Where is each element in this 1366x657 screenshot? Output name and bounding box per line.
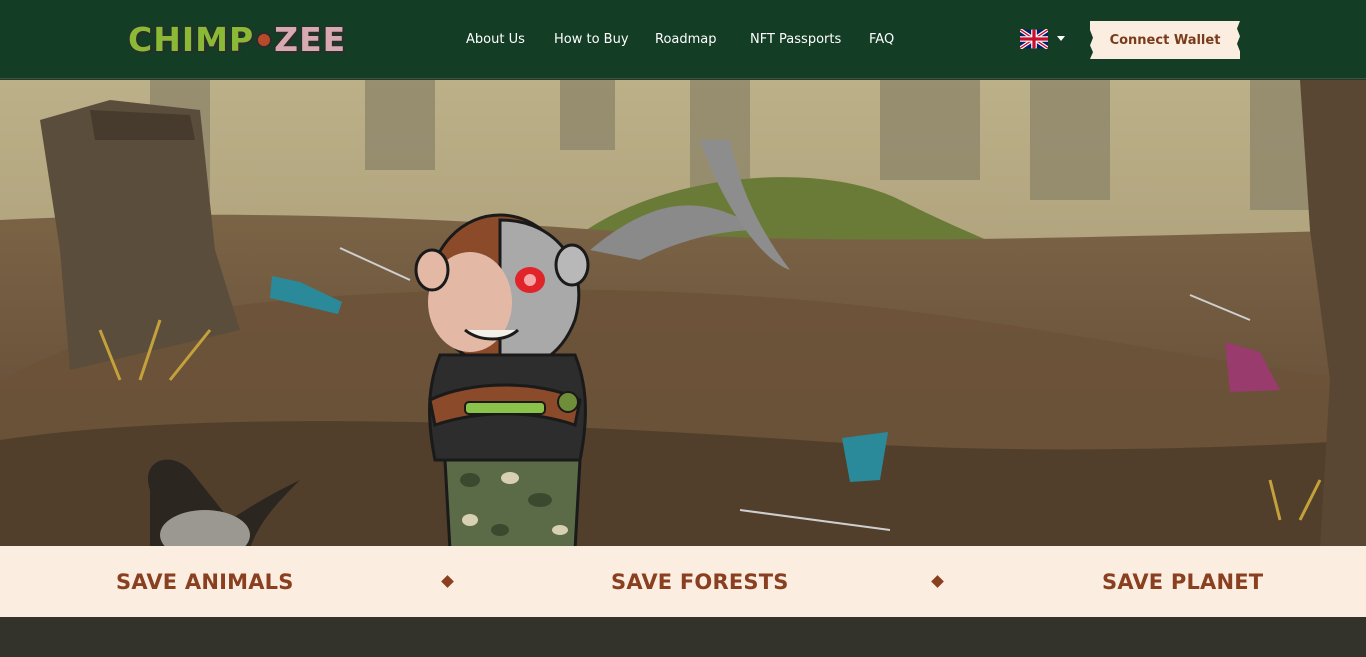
logo-text: CHIMP ZEE bbox=[128, 20, 346, 59]
slogan-save-forests: SAVE FORESTS bbox=[611, 570, 789, 594]
uk-flag-icon bbox=[1020, 29, 1048, 49]
chimpzee-logo[interactable]: CHIMP ZEE bbox=[128, 18, 366, 62]
nav-how-to-buy[interactable]: How to Buy bbox=[554, 30, 629, 50]
slogan-save-animals: SAVE ANIMALS bbox=[116, 570, 294, 594]
logo-text-chimp: CHIMP bbox=[128, 20, 255, 59]
nav-faq[interactable]: FAQ bbox=[869, 30, 894, 50]
chimp-face-icon bbox=[256, 31, 273, 48]
chevron-down-icon bbox=[1057, 36, 1065, 41]
top-nav-bar: CHIMP ZEE About Us How to Buy Roadmap NFT… bbox=[0, 0, 1366, 79]
section-background bbox=[0, 617, 1366, 657]
connect-wallet-button[interactable]: Connect Wallet bbox=[1090, 21, 1240, 59]
slogan-banner: SAVE ANIMALS SAVE FORESTS SAVE PLANET bbox=[0, 546, 1366, 617]
nav-about-us[interactable]: About Us bbox=[466, 30, 525, 50]
hero-illustration bbox=[0, 80, 1366, 548]
nav-nft-passports[interactable]: NFT Passports bbox=[750, 30, 841, 50]
slogan-save-planet: SAVE PLANET bbox=[1102, 570, 1264, 594]
logo-text-zee: ZEE bbox=[274, 20, 347, 59]
language-selector[interactable] bbox=[1020, 29, 1068, 49]
nav-roadmap[interactable]: Roadmap bbox=[655, 30, 717, 50]
wasteland-scene bbox=[0, 80, 1366, 548]
